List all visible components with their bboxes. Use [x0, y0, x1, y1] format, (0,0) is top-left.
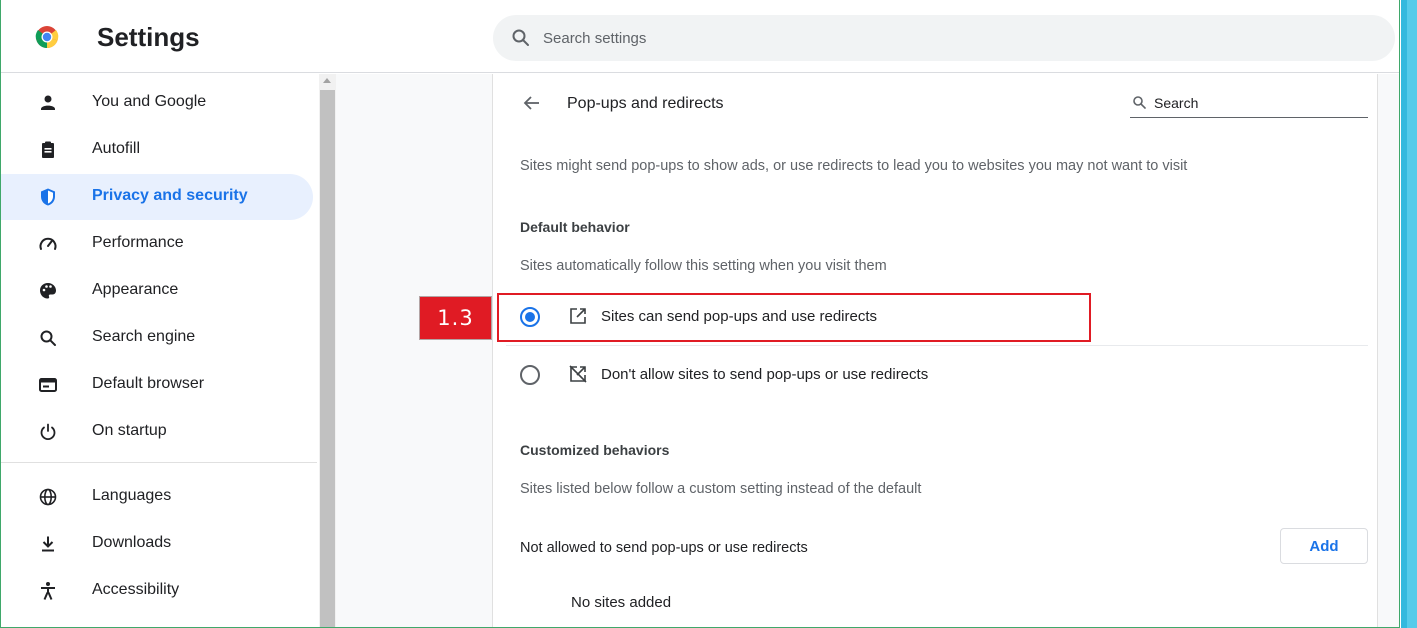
sidebar-item-you-and-google[interactable]: You and Google [1, 80, 313, 126]
not-allowed-list-label: Not allowed to send pop-ups or use redir… [520, 540, 808, 556]
option-label: Don't allow sites to send pop-ups or use… [601, 366, 929, 383]
sidebar-item-label: On startup [92, 422, 167, 439]
sidebar-item-on-startup[interactable]: On startup [1, 409, 313, 455]
download-icon [38, 534, 58, 554]
default-behavior-heading: Default behavior [520, 219, 630, 235]
scroll-up-arrow-icon[interactable] [323, 78, 331, 83]
sidebar-item-privacy-and-security[interactable]: Privacy and security [1, 174, 313, 220]
app-title: Settings [97, 22, 200, 52]
page-description: Sites might send pop-ups to show ads, or… [520, 158, 1188, 174]
add-site-button[interactable]: Add [1280, 528, 1368, 564]
search-settings-input[interactable] [543, 15, 1363, 61]
scrollbar-thumb[interactable] [320, 90, 335, 627]
annotation-highlight-box [497, 293, 1091, 342]
sidebar-item-accessibility[interactable]: Accessibility [1, 568, 313, 614]
option-divider [506, 345, 1368, 346]
sidebar-item-label: Accessibility [92, 581, 180, 598]
settings-search-box[interactable] [493, 15, 1395, 61]
sidebar-item-default-browser[interactable]: Default browser [1, 362, 313, 408]
sidebar-item-search-engine[interactable]: Search engine [1, 315, 313, 361]
popup-blocked-icon [568, 364, 588, 384]
sidebar-item-label: Search engine [92, 328, 196, 345]
back-arrow-icon[interactable] [521, 92, 543, 114]
sidebar-item-label: Appearance [92, 281, 179, 298]
search-icon [1132, 95, 1147, 110]
slide-accent-decoration [1397, 0, 1417, 628]
sidebar-nav: You and Google Autofill Privacy and secu… [1, 74, 319, 627]
chrome-logo-icon [35, 25, 59, 49]
page-title: Pop-ups and redirects [567, 95, 724, 112]
speedometer-icon [38, 234, 58, 254]
customized-behaviors-heading: Customized behaviors [520, 442, 670, 458]
palette-icon [38, 281, 58, 301]
settings-window: Settings You and Google Autofill Priva [0, 0, 1400, 628]
sidebar-item-label: Privacy and security [92, 187, 248, 204]
sidebar-item-languages[interactable]: Languages [1, 474, 313, 520]
subpage-search-input[interactable] [1154, 89, 1364, 117]
sidebar-item-label: Default browser [92, 375, 205, 392]
block-popups-radio[interactable] [520, 365, 540, 385]
sidebar-item-label: Languages [92, 487, 172, 504]
sidebar-item-downloads[interactable]: Downloads [1, 521, 313, 567]
sidebar-item-autofill[interactable]: Autofill [1, 127, 313, 173]
no-sites-added-text: No sites added [571, 594, 672, 611]
annotation-step-badge: 1.3 [419, 296, 492, 340]
accessibility-icon [38, 581, 58, 601]
clipboard-icon [38, 140, 58, 160]
customized-behaviors-subtitle: Sites listed below follow a custom setti… [520, 481, 922, 497]
person-icon [38, 93, 58, 113]
sidebar-item-label: Performance [92, 234, 184, 251]
search-icon [511, 28, 531, 48]
shield-icon [38, 187, 58, 207]
browser-window-icon [38, 375, 58, 395]
subpage-search-box[interactable] [1130, 89, 1368, 118]
sidebar-scrollbar[interactable] [319, 74, 336, 627]
default-behavior-subtitle: Sites automatically follow this setting … [520, 258, 887, 274]
search-icon [38, 328, 58, 348]
sidebar-item-label: Downloads [92, 534, 172, 551]
sidebar-item-appearance[interactable]: Appearance [1, 268, 313, 314]
sidebar-item-performance[interactable]: Performance [1, 221, 313, 267]
sidebar-divider [1, 462, 317, 463]
sidebar-item-label: You and Google [92, 93, 207, 110]
settings-header: Settings [1, 0, 1399, 73]
globe-icon [38, 487, 58, 507]
power-icon [38, 422, 58, 442]
sidebar-item-label: Autofill [92, 140, 141, 157]
option-block-popups[interactable]: Don't allow sites to send pop-ups or use… [506, 350, 1368, 400]
